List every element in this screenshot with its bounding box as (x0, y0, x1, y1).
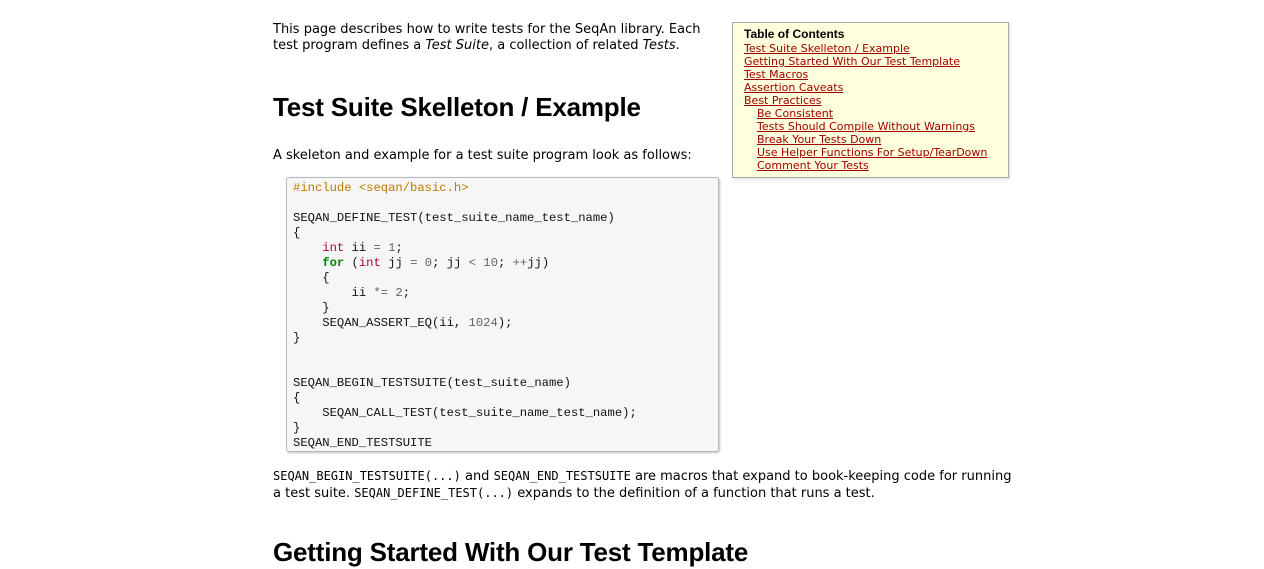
code-call-test: SEQAN_CALL_TEST(test_suite_name_test_nam… (322, 406, 637, 420)
code-block: #include <seqan/basic.h> SEQAN_DEFINE_TE… (286, 177, 719, 452)
toc-link-comment-tests[interactable]: Comment Your Tests (757, 159, 869, 172)
toc-subitem: Be Consistent (744, 107, 1008, 120)
intro-term-tests: Tests (642, 38, 676, 53)
inline-code: SEQAN_END_TESTSUITE (493, 469, 631, 483)
code-keyword: int (358, 256, 381, 270)
skeleton-description: A skeleton and example for a test suite … (273, 148, 692, 163)
code-number: 1024 (468, 316, 498, 330)
section-heading-getting-started: Getting Started With Our Test Template (273, 537, 749, 567)
toc-subitem: Use Helper Functions For Setup/TearDown (744, 146, 1008, 159)
table-of-contents: Table of Contents Test Suite Skelleton /… (732, 22, 1009, 178)
paragraph-text: expands to the definition of a function … (513, 486, 875, 501)
section-heading-skeleton: Test Suite Skelleton / Example (273, 92, 641, 122)
intro-text: , a collection of related (488, 38, 643, 53)
toc-subitem: Break Your Tests Down (744, 133, 1008, 146)
toc-item: Assertion Caveats (744, 81, 1008, 94)
toc-link-break-tests-down[interactable]: Break Your Tests Down (757, 133, 881, 146)
toc-link-assertion-caveats[interactable]: Assertion Caveats (744, 81, 843, 94)
toc-subitem: Tests Should Compile Without Warnings (744, 120, 1008, 133)
code-number: 2 (395, 286, 403, 300)
toc-link-helper-functions[interactable]: Use Helper Functions For Setup/TearDown (757, 146, 987, 159)
code-include: #include <seqan/basic.h> (293, 181, 469, 195)
inline-code: SEQAN_BEGIN_TESTSUITE(...) (273, 469, 461, 483)
code-listing: #include <seqan/basic.h> SEQAN_DEFINE_TE… (293, 181, 637, 450)
paragraph-text: and (460, 469, 494, 484)
code-end-testsuite: SEQAN_END_TESTSUITE (293, 436, 432, 450)
toc-link-compile-without-warnings[interactable]: Tests Should Compile Without Warnings (757, 120, 975, 133)
toc-item: Best Practices (744, 94, 1008, 107)
inline-code: SEQAN_DEFINE_TEST(...) (354, 486, 514, 500)
code-keyword: for (322, 256, 345, 270)
toc-item: Getting Started With Our Test Template (744, 55, 1008, 68)
toc-link-best-practices[interactable]: Best Practices (744, 94, 822, 107)
toc-title: Table of Contents (744, 27, 845, 41)
code-number: 1 (388, 241, 396, 255)
toc-item: Test Suite Skelleton / Example (744, 42, 1008, 55)
toc-list: Test Suite Skelleton / Example Getting S… (744, 42, 1008, 172)
code-number: 0 (424, 256, 433, 270)
toc-link-getting-started[interactable]: Getting Started With Our Test Template (744, 55, 960, 68)
code-assert: SEQAN_ASSERT_EQ(ii, (322, 316, 469, 330)
code-keyword: int (322, 241, 345, 255)
toc-item: Test Macros (744, 68, 1008, 81)
toc-link-be-consistent[interactable]: Be Consistent (757, 107, 833, 120)
code-define-test: SEQAN_DEFINE_TEST(test_suite_name_test_n… (293, 211, 615, 225)
intro-term-test-suite: Test Suite (425, 38, 489, 53)
toc-link-test-macros[interactable]: Test Macros (744, 68, 808, 81)
toc-subitem: Comment Your Tests (744, 159, 1008, 172)
toc-link-skeleton[interactable]: Test Suite Skelleton / Example (744, 42, 910, 55)
intro-text: . (675, 38, 680, 53)
intro-paragraph: This page describes how to write tests f… (273, 22, 728, 54)
code-number: 10 (483, 256, 498, 270)
code-begin-testsuite: SEQAN_BEGIN_TESTSUITE(test_suite_name) (293, 376, 571, 390)
macros-paragraph: SEQAN_BEGIN_TESTSUITE(...) and SEQAN_END… (273, 468, 1013, 502)
